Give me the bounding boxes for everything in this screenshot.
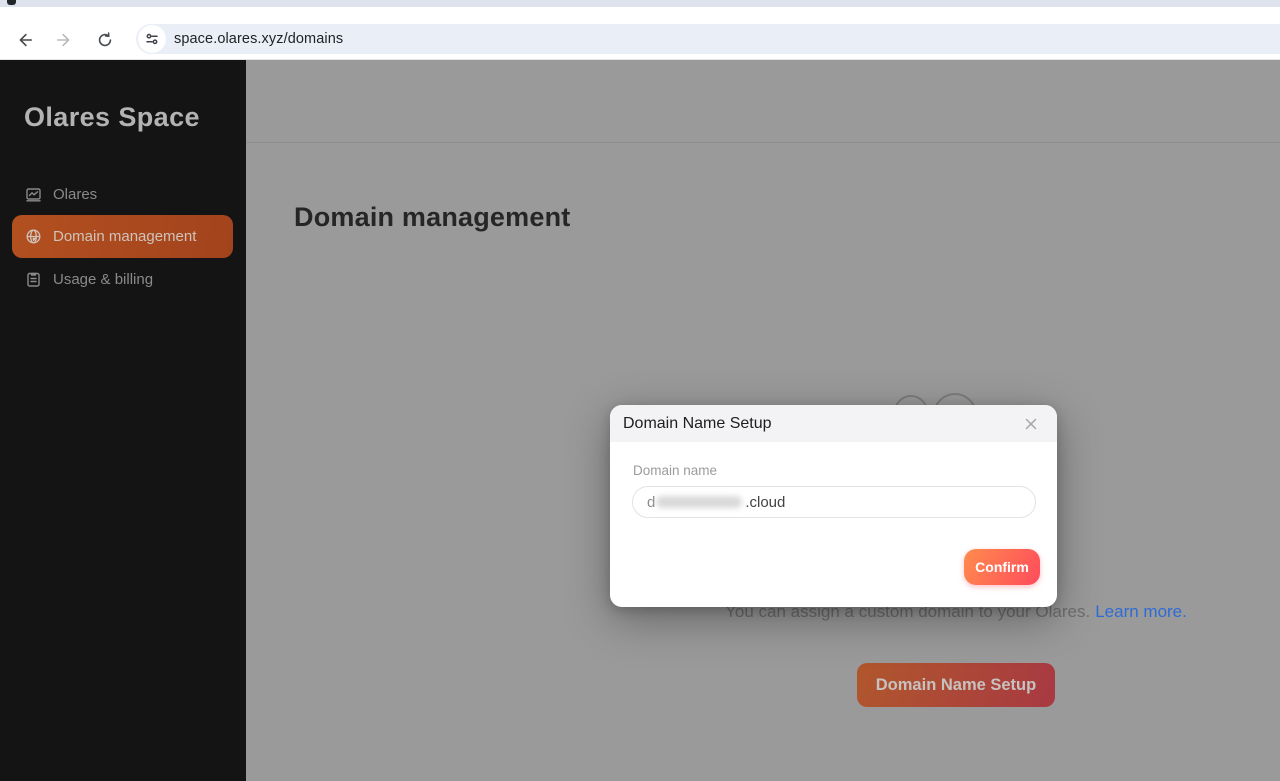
sidebar-item-label: Domain management xyxy=(53,228,196,245)
close-button[interactable] xyxy=(1020,413,1042,435)
domain-value-suffix: .cloud xyxy=(745,494,785,511)
sidebar-item-olares[interactable]: Olares xyxy=(12,176,233,212)
globe-icon xyxy=(25,228,42,245)
domain-name-input[interactable]: d .cloud xyxy=(632,486,1036,518)
browser-toolbar: space.olares.xyz/domains xyxy=(0,7,1280,60)
reload-icon xyxy=(96,31,114,49)
forward-button[interactable] xyxy=(53,29,75,51)
learn-more-link[interactable]: Learn more. xyxy=(1095,602,1187,621)
olares-icon xyxy=(25,186,42,203)
reload-button[interactable] xyxy=(94,29,116,51)
page-title: Domain management xyxy=(294,202,570,233)
app-logo: Olares Space xyxy=(24,102,200,133)
domain-value-prefix: d xyxy=(647,494,655,511)
content-header-bar xyxy=(246,60,1280,143)
dialog-title: Domain Name Setup xyxy=(623,415,772,433)
redacted-domain-text xyxy=(656,496,742,508)
dialog-header: Domain Name Setup xyxy=(610,405,1057,442)
tune-icon xyxy=(145,32,159,46)
sidebar-item-domain-management[interactable]: Domain management xyxy=(12,215,233,258)
url-bar[interactable]: space.olares.xyz/domains xyxy=(136,24,1280,54)
billing-icon xyxy=(25,271,42,288)
site-info-button[interactable] xyxy=(138,25,166,53)
sidebar: Olares Space Olares Domain management Us… xyxy=(0,60,246,781)
back-arrow-icon xyxy=(16,31,34,49)
sidebar-item-label: Olares xyxy=(53,186,97,203)
close-icon xyxy=(1023,416,1039,432)
domain-name-label: Domain name xyxy=(633,463,717,478)
forward-arrow-icon xyxy=(55,31,73,49)
url-text: space.olares.xyz/domains xyxy=(174,31,343,47)
confirm-button[interactable]: Confirm xyxy=(964,549,1040,585)
browser-tab-strip xyxy=(0,0,1280,7)
sidebar-item-usage-billing[interactable]: Usage & billing xyxy=(12,261,233,297)
back-button[interactable] xyxy=(14,29,36,51)
domain-name-setup-button[interactable]: Domain Name Setup xyxy=(857,663,1055,707)
browser-tab-corner xyxy=(7,0,16,5)
sidebar-nav: Olares Domain management Usage & billing xyxy=(12,176,233,300)
domain-name-setup-dialog: Domain Name Setup Domain name d .cloud C… xyxy=(610,405,1057,607)
sidebar-item-label: Usage & billing xyxy=(53,271,153,288)
